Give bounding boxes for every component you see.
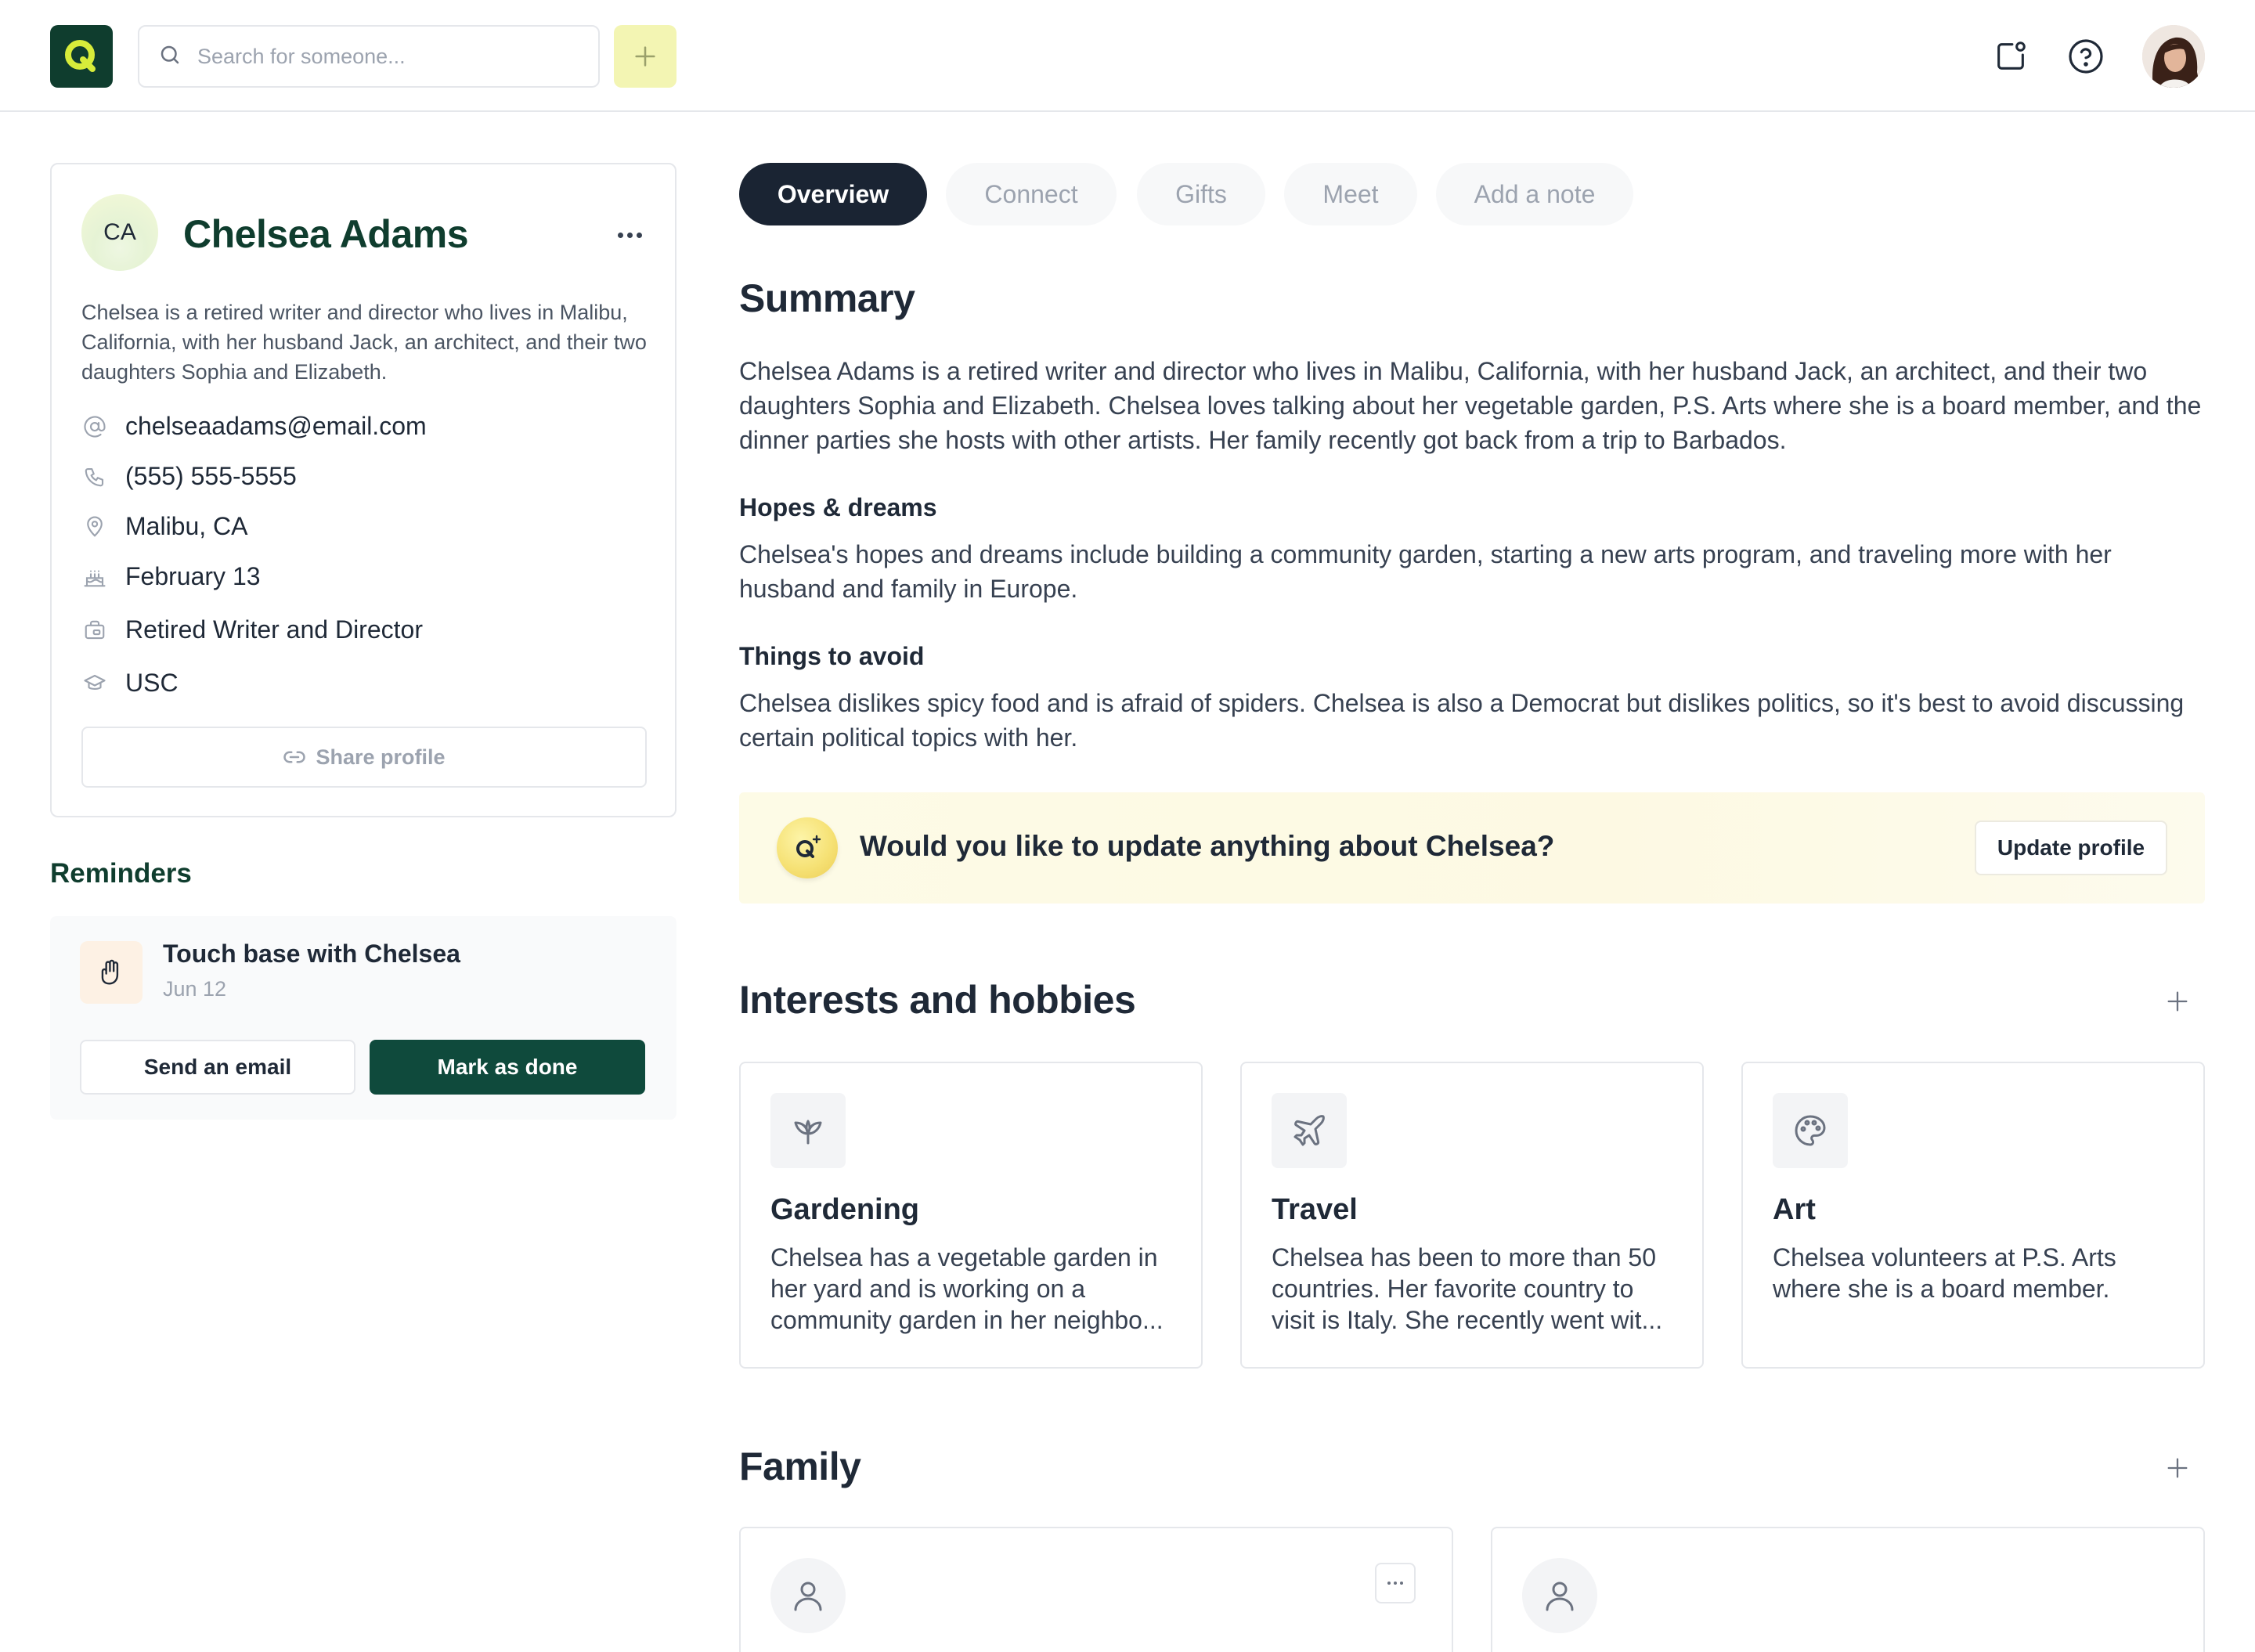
- family-member-card[interactable]: [739, 1527, 1453, 1652]
- notification-button[interactable]: [1989, 34, 2033, 78]
- reminder-title: Touch base with Chelsea: [163, 940, 460, 968]
- interest-card-gardening[interactable]: Gardening Chelsea has a vegetable garden…: [739, 1062, 1203, 1369]
- link-icon: [283, 751, 306, 763]
- plus-icon: [635, 46, 655, 67]
- profile-initials-avatar: CA: [81, 194, 158, 271]
- phone-row: (555) 555-5555: [81, 462, 297, 491]
- hopes-title: Hopes & dreams: [739, 493, 937, 521]
- add-interest-button[interactable]: [2158, 982, 2197, 1021]
- interest-card-travel[interactable]: Travel Chelsea has been to more than 50 …: [1240, 1062, 1704, 1369]
- search-box[interactable]: [138, 25, 600, 88]
- plus-icon: [2167, 991, 2188, 1012]
- plus-icon: [2167, 1458, 2188, 1478]
- plant-icon: [770, 1093, 846, 1168]
- plane-icon: [1272, 1093, 1347, 1168]
- avoid-title: Things to avoid: [739, 642, 925, 670]
- user-photo: [2142, 25, 2205, 88]
- birthday-row: February 13: [81, 562, 261, 591]
- search-icon: [158, 43, 182, 70]
- family-member-card[interactable]: [1491, 1527, 2205, 1652]
- email-row: chelseaadams@email.com: [81, 412, 427, 441]
- cake-icon: [81, 564, 108, 590]
- notification-icon: [1997, 41, 2026, 70]
- hopes-text: Chelsea's hopes and dreams include build…: [739, 540, 2112, 603]
- more-dot: [1394, 1582, 1397, 1585]
- update-prompt-text: Would you like to update anything about …: [860, 830, 1555, 862]
- tab-meet[interactable]: Meet: [1284, 163, 1417, 225]
- interest-desc: Chelsea has a vegetable garden in her ya…: [770, 1243, 1164, 1334]
- occupation-text: Retired Writer and Director: [125, 615, 423, 644]
- phone-icon: [81, 463, 108, 490]
- more-dot: [626, 232, 633, 238]
- assistant-q-icon: [777, 817, 838, 878]
- profile-card: CA Chelsea Adams Chelsea is a retired wr…: [50, 163, 676, 817]
- interests-title: Interests and hobbies: [739, 978, 1136, 1022]
- location-pin-icon: [81, 514, 108, 540]
- tab-gifts[interactable]: Gifts: [1137, 163, 1265, 225]
- education-text: USC: [125, 669, 179, 697]
- app-logo[interactable]: [50, 25, 113, 88]
- interest-desc: Chelsea volunteers at P.S. Arts where sh…: [1773, 1243, 2116, 1303]
- email-text[interactable]: chelseaadams@email.com: [125, 412, 427, 441]
- update-profile-button[interactable]: Update profile: [1975, 821, 2167, 875]
- summary-text: Chelsea Adams is a retired writer and di…: [739, 357, 2202, 454]
- summary-title: Summary: [739, 276, 915, 320]
- interest-title: Travel: [1272, 1193, 1358, 1226]
- tab-overview[interactable]: Overview: [739, 163, 927, 225]
- avoid-text: Chelsea dislikes spicy food and is afrai…: [739, 689, 2185, 752]
- add-family-button[interactable]: [2158, 1448, 2197, 1488]
- location-text: Malibu, CA: [125, 512, 248, 540]
- occupation-row: Retired Writer and Director: [81, 615, 423, 644]
- update-banner: Would you like to update anything about …: [739, 792, 2205, 904]
- help-button[interactable]: [2064, 34, 2108, 78]
- profile-more-button[interactable]: [608, 219, 651, 251]
- reminder-card: Touch base with Chelsea Jun 12 Send an e…: [50, 916, 676, 1120]
- family-more-button[interactable]: [1375, 1563, 1416, 1603]
- logo-q-icon: [65, 40, 96, 72]
- share-profile-button[interactable]: Share profile: [81, 727, 647, 788]
- interest-title: Gardening: [770, 1193, 920, 1226]
- briefcase-icon: [81, 617, 108, 644]
- education-row: USC: [81, 669, 179, 698]
- interest-title: Art: [1773, 1193, 1816, 1226]
- phone-text[interactable]: (555) 555-5555: [125, 462, 297, 491]
- birthday-text: February 13: [125, 562, 261, 590]
- mark-as-done-button[interactable]: Mark as done: [370, 1040, 645, 1095]
- profile-name: Chelsea Adams: [183, 212, 469, 256]
- more-dot: [636, 232, 642, 238]
- family-title: Family: [739, 1445, 861, 1488]
- location-row: Malibu, CA: [81, 512, 248, 541]
- palette-icon: [1773, 1093, 1848, 1168]
- more-dots-icon: [617, 232, 623, 238]
- hand-wave-icon: [80, 941, 143, 1004]
- more-dot: [1400, 1582, 1403, 1585]
- help-icon: [2069, 39, 2103, 74]
- user-avatar[interactable]: [2142, 25, 2205, 88]
- at-sign-icon: [81, 413, 108, 440]
- interest-desc: Chelsea has been to more than 50 countri…: [1272, 1243, 1663, 1334]
- send-email-button[interactable]: Send an email: [80, 1040, 355, 1095]
- share-profile-label: Share profile: [316, 745, 446, 769]
- reminders-title: Reminders: [50, 858, 192, 889]
- top-bar: [0, 0, 2255, 112]
- add-contact-button[interactable]: [614, 25, 676, 88]
- tab-connect[interactable]: Connect: [946, 163, 1117, 225]
- interest-card-art[interactable]: Art Chelsea volunteers at P.S. Arts wher…: [1741, 1062, 2205, 1369]
- person-icon: [1522, 1558, 1597, 1633]
- profile-bio: Chelsea is a retired writer and director…: [81, 301, 647, 384]
- person-icon: [770, 1558, 846, 1633]
- tab-add-note[interactable]: Add a note: [1436, 163, 1633, 225]
- more-dot: [1387, 1582, 1391, 1585]
- search-input[interactable]: [197, 44, 573, 69]
- reminder-date: Jun 12: [163, 977, 227, 1001]
- graduation-cap-icon: [81, 670, 108, 697]
